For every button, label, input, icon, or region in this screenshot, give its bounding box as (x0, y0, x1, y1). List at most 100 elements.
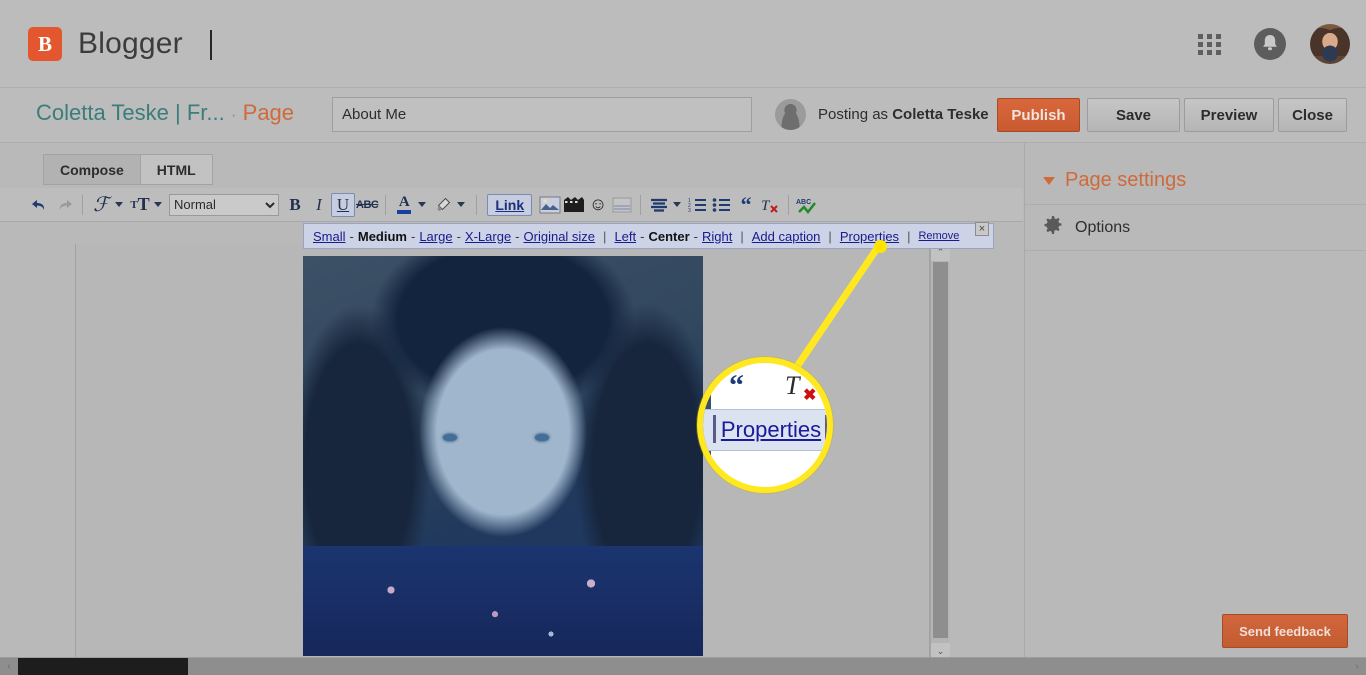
magnifier-callout: “ T ✖ Properties (697, 357, 833, 493)
text-color-icon[interactable]: A (392, 193, 416, 217)
toolbar-divider (640, 194, 642, 215)
horizontal-scrollbar-thumb[interactable] (18, 658, 188, 675)
align-icon[interactable] (647, 193, 671, 217)
toolbar-divider (82, 194, 83, 215)
link-button[interactable]: Link (487, 193, 533, 216)
separator-dash: - (640, 228, 645, 244)
bold-button[interactable]: B (283, 193, 307, 217)
redo-icon[interactable] (52, 193, 76, 217)
page-settings-header[interactable]: Page settings (1025, 157, 1366, 205)
page-settings-panel: Page settings Options (1024, 143, 1366, 657)
avatar[interactable] (1310, 24, 1350, 64)
underline-button[interactable]: U (331, 192, 355, 217)
image-size-large[interactable]: Large (419, 229, 452, 244)
breadcrumb-blog-name[interactable]: Coletta Teske | Fr... (36, 100, 225, 125)
page-settings-title: Page settings (1065, 169, 1187, 191)
blogger-page-editor: B Blogger Coletta Teske | Fr... · Page A… (0, 0, 1366, 675)
blogger-logo-icon: B (28, 27, 62, 61)
breadcrumb: Coletta Teske | Fr... · Page (36, 100, 294, 126)
tab-compose[interactable]: Compose (43, 154, 140, 185)
text-cursor (210, 30, 212, 60)
brand-name: Blogger (78, 27, 183, 60)
top-bar: B Blogger (0, 0, 1366, 88)
toolbar-divider (385, 194, 387, 215)
formatting-toolbar: ℱ TT Normal B I U ABC A Link ☺ 1 2 3 “ T… (0, 188, 1023, 222)
image-size-small[interactable]: Small (313, 229, 346, 244)
posting-as-label: Posting as Coletta Teske (818, 106, 989, 123)
paragraph-format-select[interactable]: Normal (169, 193, 279, 216)
bullet-list-icon[interactable] (710, 193, 734, 217)
undo-icon[interactable] (28, 193, 52, 217)
spellcheck-icon[interactable]: ABC (795, 193, 819, 217)
image-align-left[interactable]: Left (614, 229, 636, 244)
separator-pipe: | (907, 228, 911, 244)
triangle-down-icon[interactable] (1043, 176, 1055, 185)
image-detail (303, 546, 703, 656)
remove-formatting-x-icon: ✖ (803, 387, 817, 404)
font-size-icon[interactable]: TT (128, 193, 152, 217)
remove-formatting-icon: T (785, 371, 800, 400)
separator-pipe: | (828, 228, 832, 244)
panel-item-options[interactable]: Options (1025, 205, 1366, 251)
separator-dash: - (410, 228, 416, 244)
image-properties[interactable]: Properties (840, 229, 899, 244)
editor-mode-tabs: Compose HTML (43, 154, 213, 185)
separator-dash: - (349, 228, 354, 244)
posting-as: Posting as Coletta Teske (775, 99, 989, 130)
image-add-caption[interactable]: Add caption (752, 229, 821, 244)
save-button[interactable]: Save (1087, 98, 1180, 132)
text-color-chevron-down-icon[interactable] (418, 202, 427, 207)
align-chevron-down-icon[interactable] (673, 202, 682, 207)
toolbar-divider (788, 194, 790, 215)
text-color-swatch (397, 209, 412, 214)
image-align-center[interactable]: Center (648, 229, 689, 244)
numbered-list-icon[interactable]: 123 (686, 193, 710, 217)
send-feedback-button[interactable]: Send feedback (1222, 614, 1348, 648)
insert-emoji-icon[interactable]: ☺ (586, 193, 610, 217)
separator-pipe: | (603, 228, 607, 244)
apps-grid-icon[interactable] (1198, 34, 1224, 56)
image-size-original[interactable]: Original size (524, 229, 596, 244)
scroll-left-arrow-icon[interactable]: ‹ (0, 658, 18, 675)
posting-as-avatar (775, 99, 806, 130)
strikethrough-button[interactable]: ABC (355, 193, 379, 217)
remove-formatting-icon[interactable]: T (758, 193, 782, 217)
magnified-properties-link[interactable]: Properties (703, 409, 827, 451)
scroll-right-arrow-icon[interactable]: › (1348, 658, 1366, 675)
highlight-chevron-down-icon[interactable] (457, 202, 466, 207)
posting-as-username: Coletta Teske (892, 106, 989, 123)
image-size-xlarge[interactable]: X-Large (465, 229, 511, 244)
inserted-image[interactable] (303, 256, 703, 656)
insert-image-icon[interactable] (538, 193, 562, 217)
bell-icon-glyph (1254, 28, 1286, 60)
insert-video-icon[interactable] (562, 193, 586, 217)
close-button[interactable]: Close (1278, 98, 1347, 132)
image-remove[interactable]: Remove (918, 230, 959, 242)
highlight-color-icon[interactable] (431, 193, 455, 217)
svg-text:T: T (761, 198, 771, 214)
tab-html[interactable]: HTML (139, 154, 213, 185)
quote-icon: “ (729, 369, 744, 402)
image-align-right[interactable]: Right (702, 229, 732, 244)
image-options-toolbar: Small - Medium - Large - X-Large - Origi… (303, 223, 994, 249)
horizontal-scrollbar[interactable]: ‹ › (0, 657, 1366, 675)
font-family-icon[interactable]: ℱ (89, 193, 113, 217)
font-family-chevron-down-icon[interactable] (115, 202, 123, 207)
image-detail (535, 434, 549, 441)
italic-button[interactable]: I (307, 193, 331, 217)
image-size-medium[interactable]: Medium (358, 229, 407, 244)
jump-break-icon[interactable] (610, 193, 634, 217)
page-title-input[interactable] (332, 97, 752, 132)
breadcrumb-section: Page (242, 100, 295, 125)
preview-button[interactable]: Preview (1184, 98, 1274, 132)
vertical-scrollbar-thumb[interactable] (933, 262, 948, 638)
publish-button[interactable]: Publish (997, 98, 1080, 132)
breadcrumb-separator: · (230, 105, 237, 124)
blockquote-icon[interactable]: “ (734, 193, 758, 217)
svg-text:ABC: ABC (796, 199, 811, 206)
bell-icon[interactable] (1254, 28, 1286, 60)
close-icon[interactable]: × (975, 222, 989, 236)
font-size-chevron-down-icon[interactable] (154, 202, 162, 207)
brand-logo[interactable]: B Blogger (28, 27, 183, 61)
vertical-scrollbar[interactable]: ⌃ ⌄ (930, 244, 950, 660)
